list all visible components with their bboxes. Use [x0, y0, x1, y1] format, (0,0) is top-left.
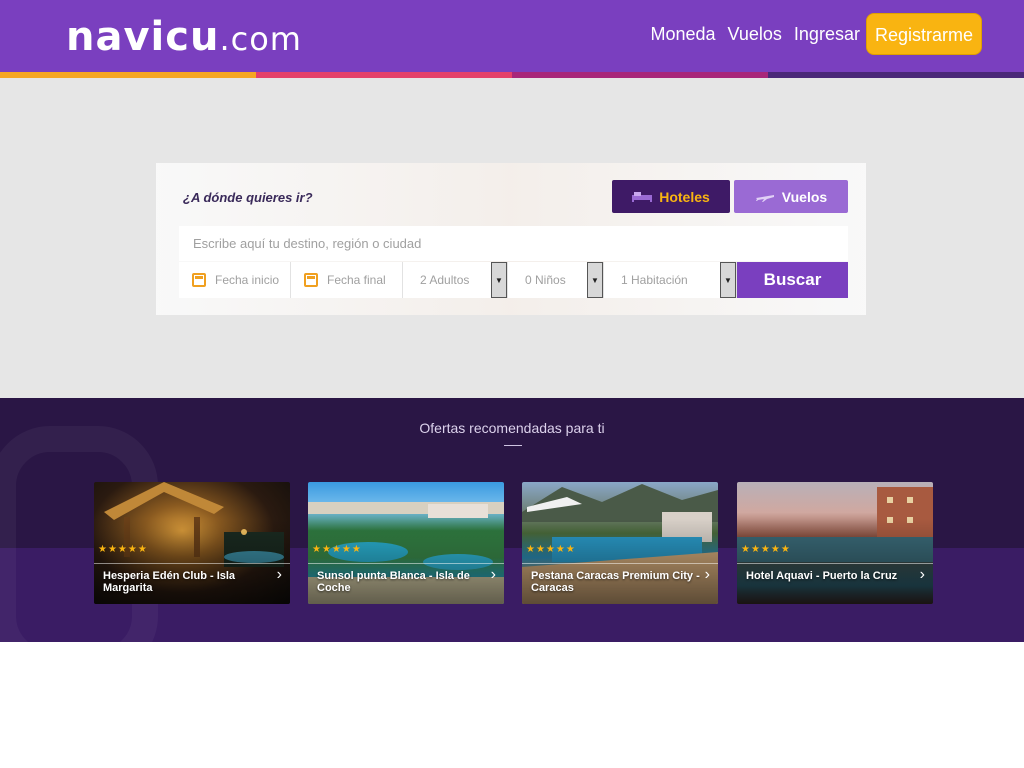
search-widget: ¿A dónde quieres ir? Hoteles Vuelos Fech…: [156, 163, 866, 315]
chevron-down-icon[interactable]: ▼: [491, 262, 507, 298]
main-nav: Moneda Vuelos Ingresar Registrarme: [638, 13, 982, 55]
rooms-value: 1 Habitación: [621, 273, 688, 287]
calendar-icon: [304, 273, 318, 287]
calendar-icon: [192, 273, 206, 287]
search-button[interactable]: Buscar: [737, 262, 848, 298]
offer-name: Pestana Caracas Premium City - Caracas: [531, 570, 700, 594]
logo-main: navicu: [66, 14, 220, 60]
chevron-right-icon[interactable]: ›: [920, 566, 925, 584]
page-bottom-area: [0, 642, 1024, 768]
offer-name: Sunsol punta Blanca - Isla de Coche: [317, 570, 470, 594]
offer-card[interactable]: ★★★★★ Pestana Caracas Premium City - Car…: [522, 482, 718, 604]
card-divider: [94, 563, 290, 564]
chevron-down-icon[interactable]: ▼: [720, 262, 736, 298]
hero-section: ¿A dónde quieres ir? Hoteles Vuelos Fech…: [0, 78, 1024, 398]
rating-stars: ★★★★★: [98, 544, 148, 555]
site-logo[interactable]: navicu.com: [66, 14, 302, 62]
nav-login[interactable]: Ingresar: [794, 24, 860, 45]
register-button[interactable]: Registrarme: [865, 13, 982, 55]
bed-icon: [632, 191, 653, 202]
chevron-right-icon[interactable]: ›: [491, 566, 496, 584]
chevron-down-icon[interactable]: ▼: [587, 262, 603, 298]
rating-stars: ★★★★★: [312, 544, 362, 555]
destination-input[interactable]: [179, 226, 848, 261]
card-overlay: [737, 482, 933, 604]
checkin-field[interactable]: Fecha inicio: [179, 262, 291, 298]
card-divider: [737, 563, 933, 564]
search-filters-row: Fecha inicio Fecha final 2 Adultos ▼ 0 N…: [179, 262, 848, 298]
offer-card[interactable]: ★★★★★ Sunsol punta Blanca - Isla de Coch…: [308, 482, 504, 604]
adults-select[interactable]: 2 Adultos ▼: [403, 262, 508, 298]
children-select[interactable]: 0 Niños ▼: [508, 262, 604, 298]
nav-currency[interactable]: Moneda: [650, 24, 715, 45]
offer-card[interactable]: ★★★★★ Hotel Aquavi - Puerto la Cruz ›: [737, 482, 933, 604]
checkout-placeholder: Fecha final: [327, 273, 386, 287]
tab-flights-label: Vuelos: [781, 188, 828, 205]
offers-title: Ofertas recomendadas para ti: [419, 420, 605, 436]
title-underline: [504, 445, 522, 446]
rooms-select[interactable]: 1 Habitación ▼: [604, 262, 737, 298]
rating-stars: ★★★★★: [741, 544, 791, 555]
logo-suffix: .com: [219, 20, 302, 58]
offers-section: Ofertas recomendadas para ti ★★★★★ Hespe…: [0, 398, 1024, 642]
card-divider: [522, 563, 718, 564]
offer-name: Hesperia Edén Club - Isla Margarita: [103, 570, 236, 594]
card-divider: [308, 563, 504, 564]
top-header: navicu.com Moneda Vuelos Ingresar Regist…: [0, 0, 1024, 72]
tab-hotels-label: Hoteles: [659, 188, 710, 205]
offer-name: Hotel Aquavi - Puerto la Cruz: [746, 570, 898, 582]
search-question: ¿A dónde quieres ir?: [183, 190, 313, 205]
offer-card[interactable]: ★★★★★ Hesperia Edén Club - Isla Margarit…: [94, 482, 290, 604]
checkout-field[interactable]: Fecha final: [291, 262, 403, 298]
chevron-right-icon[interactable]: ›: [705, 566, 710, 584]
adults-value: 2 Adultos: [420, 273, 470, 287]
tab-flights[interactable]: Vuelos: [734, 180, 848, 213]
nav-flights[interactable]: Vuelos: [728, 24, 782, 45]
rating-stars: ★★★★★: [526, 544, 576, 555]
chevron-right-icon[interactable]: ›: [277, 566, 282, 584]
checkin-placeholder: Fecha inicio: [215, 273, 280, 287]
children-value: 0 Niños: [525, 273, 566, 287]
plane-icon: [755, 194, 774, 202]
tab-hotels[interactable]: Hoteles: [612, 180, 730, 213]
